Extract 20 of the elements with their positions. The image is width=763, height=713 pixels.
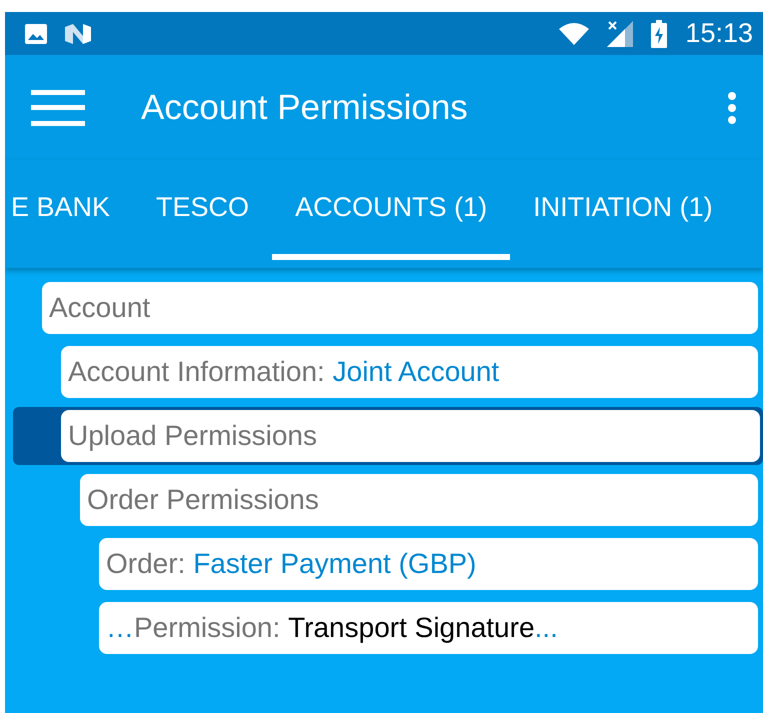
status-time: 15:13 (685, 18, 753, 49)
tree-node[interactable]: Upload Permissions (61, 410, 760, 462)
image-icon (25, 24, 47, 44)
tab[interactable]: ACCOUNTS (1) (272, 160, 510, 260)
more-options-icon[interactable] (727, 92, 737, 124)
battery-charging-icon (651, 20, 668, 48)
n-logo-icon (65, 24, 91, 44)
tab[interactable]: INITIATION (1) (510, 160, 736, 260)
tab[interactable]: TESCO (133, 160, 272, 260)
wifi-icon (559, 22, 590, 44)
tree-node[interactable]: Account (42, 282, 758, 334)
tree-node[interactable]: …Permission: Transport Signature... (99, 602, 758, 654)
screen-title: Account Permissions (141, 88, 469, 128)
tab[interactable]: E BANK (5, 160, 134, 260)
tree-node[interactable]: Order Permissions (80, 474, 758, 526)
signal-icon (607, 20, 634, 46)
tree-node[interactable]: Order: Faster Payment (GBP) (99, 538, 758, 590)
selected-row-highlight[interactable]: Upload Permissions (13, 407, 763, 465)
menu-icon[interactable] (31, 90, 85, 126)
tree-node[interactable]: Account Information: Joint Account (61, 346, 758, 398)
